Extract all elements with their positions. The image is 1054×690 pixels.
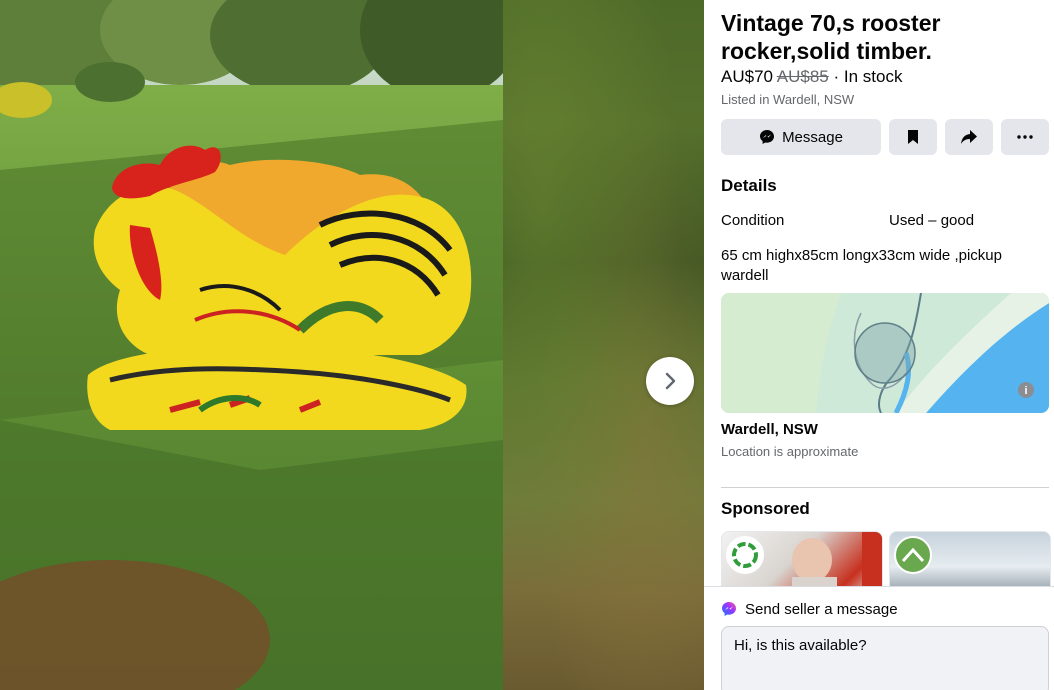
mountain-logo-icon: [902, 547, 924, 563]
send-message-label: Send seller a message: [745, 601, 898, 618]
section-divider: [721, 487, 1049, 488]
more-icon: [1017, 135, 1033, 139]
messenger-icon: [760, 130, 775, 144]
sponsored-ad-2[interactable]: [889, 531, 1051, 591]
message-button-label: Message: [782, 128, 843, 146]
svg-text:i: i: [1024, 385, 1027, 397]
share-button[interactable]: [945, 119, 993, 155]
share-icon: [961, 130, 977, 144]
next-photo-button[interactable]: [646, 357, 694, 405]
message-button[interactable]: Message: [721, 119, 881, 155]
listed-location[interactable]: Listed in Wardell, NSW: [721, 92, 854, 107]
messenger-icon: [722, 602, 736, 616]
price-line: AU$70 AU$85 · In stock: [721, 67, 902, 87]
listing-description: 65 cm highx85cm longx33cm wide ,pickup w…: [721, 247, 1002, 284]
location-note: Location is approximate: [721, 444, 859, 459]
stock-status: · In stock: [828, 67, 903, 86]
condition-value: Used – good: [889, 212, 975, 229]
listing-photo: [0, 0, 503, 690]
current-price: AU$70: [721, 67, 773, 86]
listing-title: Vintage 70,s rooster rocker,solid timber…: [721, 10, 941, 64]
map-graphic: i: [721, 293, 1049, 413]
sponsored-ad-1[interactable]: [721, 531, 883, 591]
media-viewer: [0, 0, 704, 690]
bookmark-icon: [908, 130, 918, 144]
listing-details-panel: Vintage 70,s rooster rocker,solid timber…: [704, 0, 1054, 690]
advertiser-logo: [894, 536, 932, 574]
action-buttons: Message: [721, 119, 1049, 155]
sponsored-heading: Sponsored: [721, 499, 810, 518]
ad-1-image: [792, 532, 882, 590]
more-options-button[interactable]: [1001, 119, 1049, 155]
save-button[interactable]: [889, 119, 937, 155]
condition-label: Condition: [721, 212, 785, 229]
chevron-right-icon: [665, 372, 676, 390]
details-heading: Details: [721, 176, 777, 195]
location-map[interactable]: i: [721, 293, 1049, 413]
send-message-box: Send seller a message Hi, is this availa…: [704, 586, 1054, 690]
message-input[interactable]: Hi, is this available?: [721, 626, 1049, 690]
original-price: AU$85: [776, 67, 829, 86]
location-name: Wardell, NSW: [721, 421, 818, 438]
next-photo-preview: [503, 0, 704, 690]
